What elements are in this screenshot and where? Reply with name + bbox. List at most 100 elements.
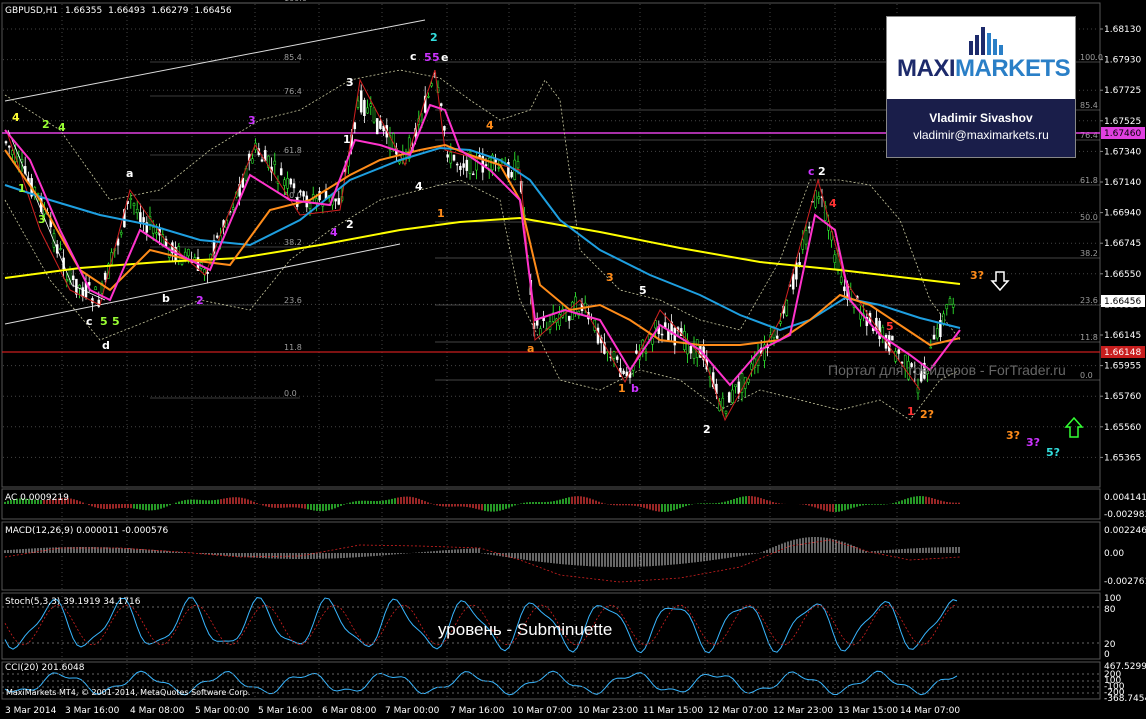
channel-upper-line[interactable] [4,19,426,102]
wave-label: 3 [38,213,46,226]
wave-label: b [162,292,170,305]
candle-body [439,103,443,106]
wave-degree-caption: уровень - Subminuette [438,620,613,639]
price-axis[interactable]: 1.68130 1.67930 1.67725 1.67525 1.67340 1.671… [1100,25,1141,463]
price-label: 1.67725 [1104,86,1141,96]
candle-body [283,179,286,186]
candle-body [459,165,462,170]
candle-body [497,167,501,169]
candle-body [449,152,453,164]
candle-body [942,313,945,324]
moving-average-magenta[interactable] [4,103,961,387]
candle-body [273,160,277,165]
fib-label-left: 38.2 [284,238,302,247]
ac-scale-bottom: -0.002983 [1104,510,1146,520]
candle-body [59,248,62,250]
candle-body [36,193,40,195]
candle-body [724,410,728,414]
candle-body [356,100,360,108]
fib-label-left: 76.4 [284,87,302,96]
candle-body [807,226,811,229]
candle-body [132,203,136,207]
candle-body [791,274,795,290]
candle-body [353,122,357,130]
candle-body [596,327,600,344]
wave-label: 5 [639,284,647,297]
wave-label: 1 [907,405,915,418]
candle-body [369,103,373,107]
candle-body [779,321,782,324]
candle-body [379,120,382,129]
macd-histogram [4,537,960,567]
fib-label-left: 61.8 [284,146,302,155]
time-label: 3 Mar 16:00 [65,706,120,716]
macd-scale-bottom: -0.002761 [1104,577,1146,587]
price-label: 1.67340 [1104,147,1141,157]
watermark: Портал для трейдеров - ForTrader.ru [828,362,1066,378]
price-label: 1.65760 [1104,392,1141,402]
time-label: 4 Mar 08:00 [130,706,185,716]
candle-body [142,217,145,223]
logo-wordmark: MAXIMARKETS [897,55,1071,82]
red-level-label: 1.66148 [1104,348,1141,358]
candle-body [465,159,469,171]
wave-label: c [410,50,417,63]
candle-body [260,159,264,162]
wave-label: 5 [424,51,432,64]
wave-label: 2? [920,408,934,421]
candle-body [129,198,133,200]
candle-body [798,262,801,266]
logo-bars-icon [969,27,1003,55]
wave-label: 5 [100,315,108,328]
wave-path-white [7,129,106,301]
candle-body [4,141,8,144]
candle-body [951,303,955,308]
time-label: 13 Mar 15:00 [838,706,898,716]
wave-label: 5 [886,320,894,333]
time-label: 6 Mar 08:00 [322,706,377,716]
price-label: 1.67525 [1104,117,1141,127]
candle-body [135,208,139,214]
candle-body [635,350,638,354]
stoch-scale-20: 20 [1104,640,1116,650]
wave-label: 3? [1026,436,1040,449]
candle-body [615,356,619,360]
candle-body [155,232,158,235]
candle-body [289,178,293,185]
candle-body [292,183,296,189]
wave-label: 1 [618,382,626,395]
candle-body [839,276,843,283]
wave-label: 2 [196,294,204,307]
candle-body [446,154,449,158]
symbol-header: GBPUSD,H1 1.66355 1.66493 1.66279 1.6645… [5,6,232,16]
wave-label: e [441,51,448,64]
fib-label-left: 0.0 [284,389,297,398]
price-label: 1.66145 [1104,331,1141,341]
candle-body [443,126,446,131]
stoch-scale-100: 100 [1104,594,1121,604]
candle-body [151,227,155,234]
price-label: 1.68130 [1104,25,1141,35]
wave-label: 2 [818,165,826,178]
cci-scale-bottom: -368.7454 [1104,694,1146,704]
candle-body [625,371,629,377]
time-axis[interactable]: 3 Mar 2014 3 Mar 16:00 4 Mar 08:00 5 Mar 00… [5,706,960,716]
candle-body [7,145,11,148]
candle-body [558,313,561,326]
candle-body [97,299,101,307]
time-label: 7 Mar 00:00 [385,706,440,716]
analyst-email: vladimir@maximarkets.ru [913,128,1049,142]
candle-body [516,160,520,169]
arrow-down-icon [990,271,1010,292]
candle-body [644,351,648,354]
candle-body [574,296,577,315]
fib-label-left: 100.0 [284,0,307,3]
candle-body [750,363,753,370]
macd-scale-top: 0.002246 [1104,526,1146,536]
price-label: 1.65955 [1104,362,1141,372]
time-label: 7 Mar 16:00 [450,706,505,716]
channel-lower-line[interactable] [4,243,401,325]
wave-label: 2 [703,423,711,436]
candle-body [948,298,952,305]
candle-body [279,168,283,176]
